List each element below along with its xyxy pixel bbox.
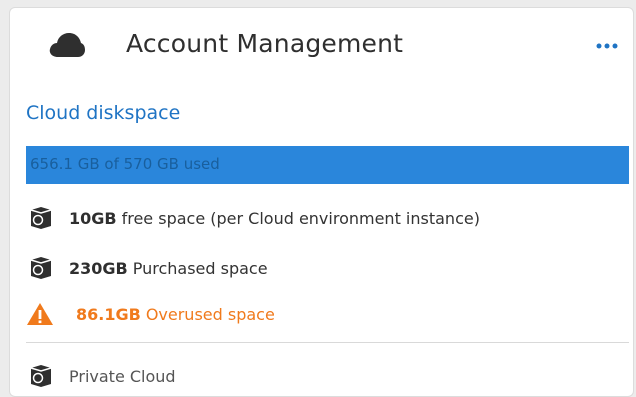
private-cloud-row[interactable]: Private Cloud	[26, 364, 176, 388]
overused-space-value: 86.1GB	[76, 304, 141, 324]
more-options-button[interactable]	[595, 36, 619, 56]
section-title-cloud-diskspace: Cloud diskspace	[26, 102, 181, 124]
disk-usage-bar: 656.1 GB of 570 GB used	[26, 146, 629, 184]
divider	[26, 342, 629, 343]
free-space-value: 10GB	[69, 208, 117, 228]
free-space-label: free space (per Cloud environment instan…	[121, 208, 480, 228]
purchased-space-row: 230GB Purchased space	[26, 256, 268, 280]
cloud-icon	[49, 33, 85, 57]
overused-space-label: Overused space	[145, 304, 275, 324]
card-title: Account Management	[126, 29, 404, 58]
overused-space-row: 86.1GB Overused space	[26, 302, 275, 326]
card-header: Account Management	[10, 8, 633, 80]
database-icon	[30, 257, 52, 279]
disk-usage-text: 656.1 GB of 570 GB used	[30, 155, 220, 173]
purchased-space-label: Purchased space	[132, 258, 268, 278]
database-icon	[30, 207, 52, 229]
more-horizontal-icon	[596, 43, 618, 49]
account-management-card: Account Management Cloud diskspace 656.1…	[9, 7, 634, 397]
warning-icon	[27, 303, 53, 325]
database-icon	[30, 365, 52, 387]
purchased-space-value: 230GB	[69, 258, 128, 278]
free-space-row: 10GB free space (per Cloud environment i…	[26, 206, 480, 230]
